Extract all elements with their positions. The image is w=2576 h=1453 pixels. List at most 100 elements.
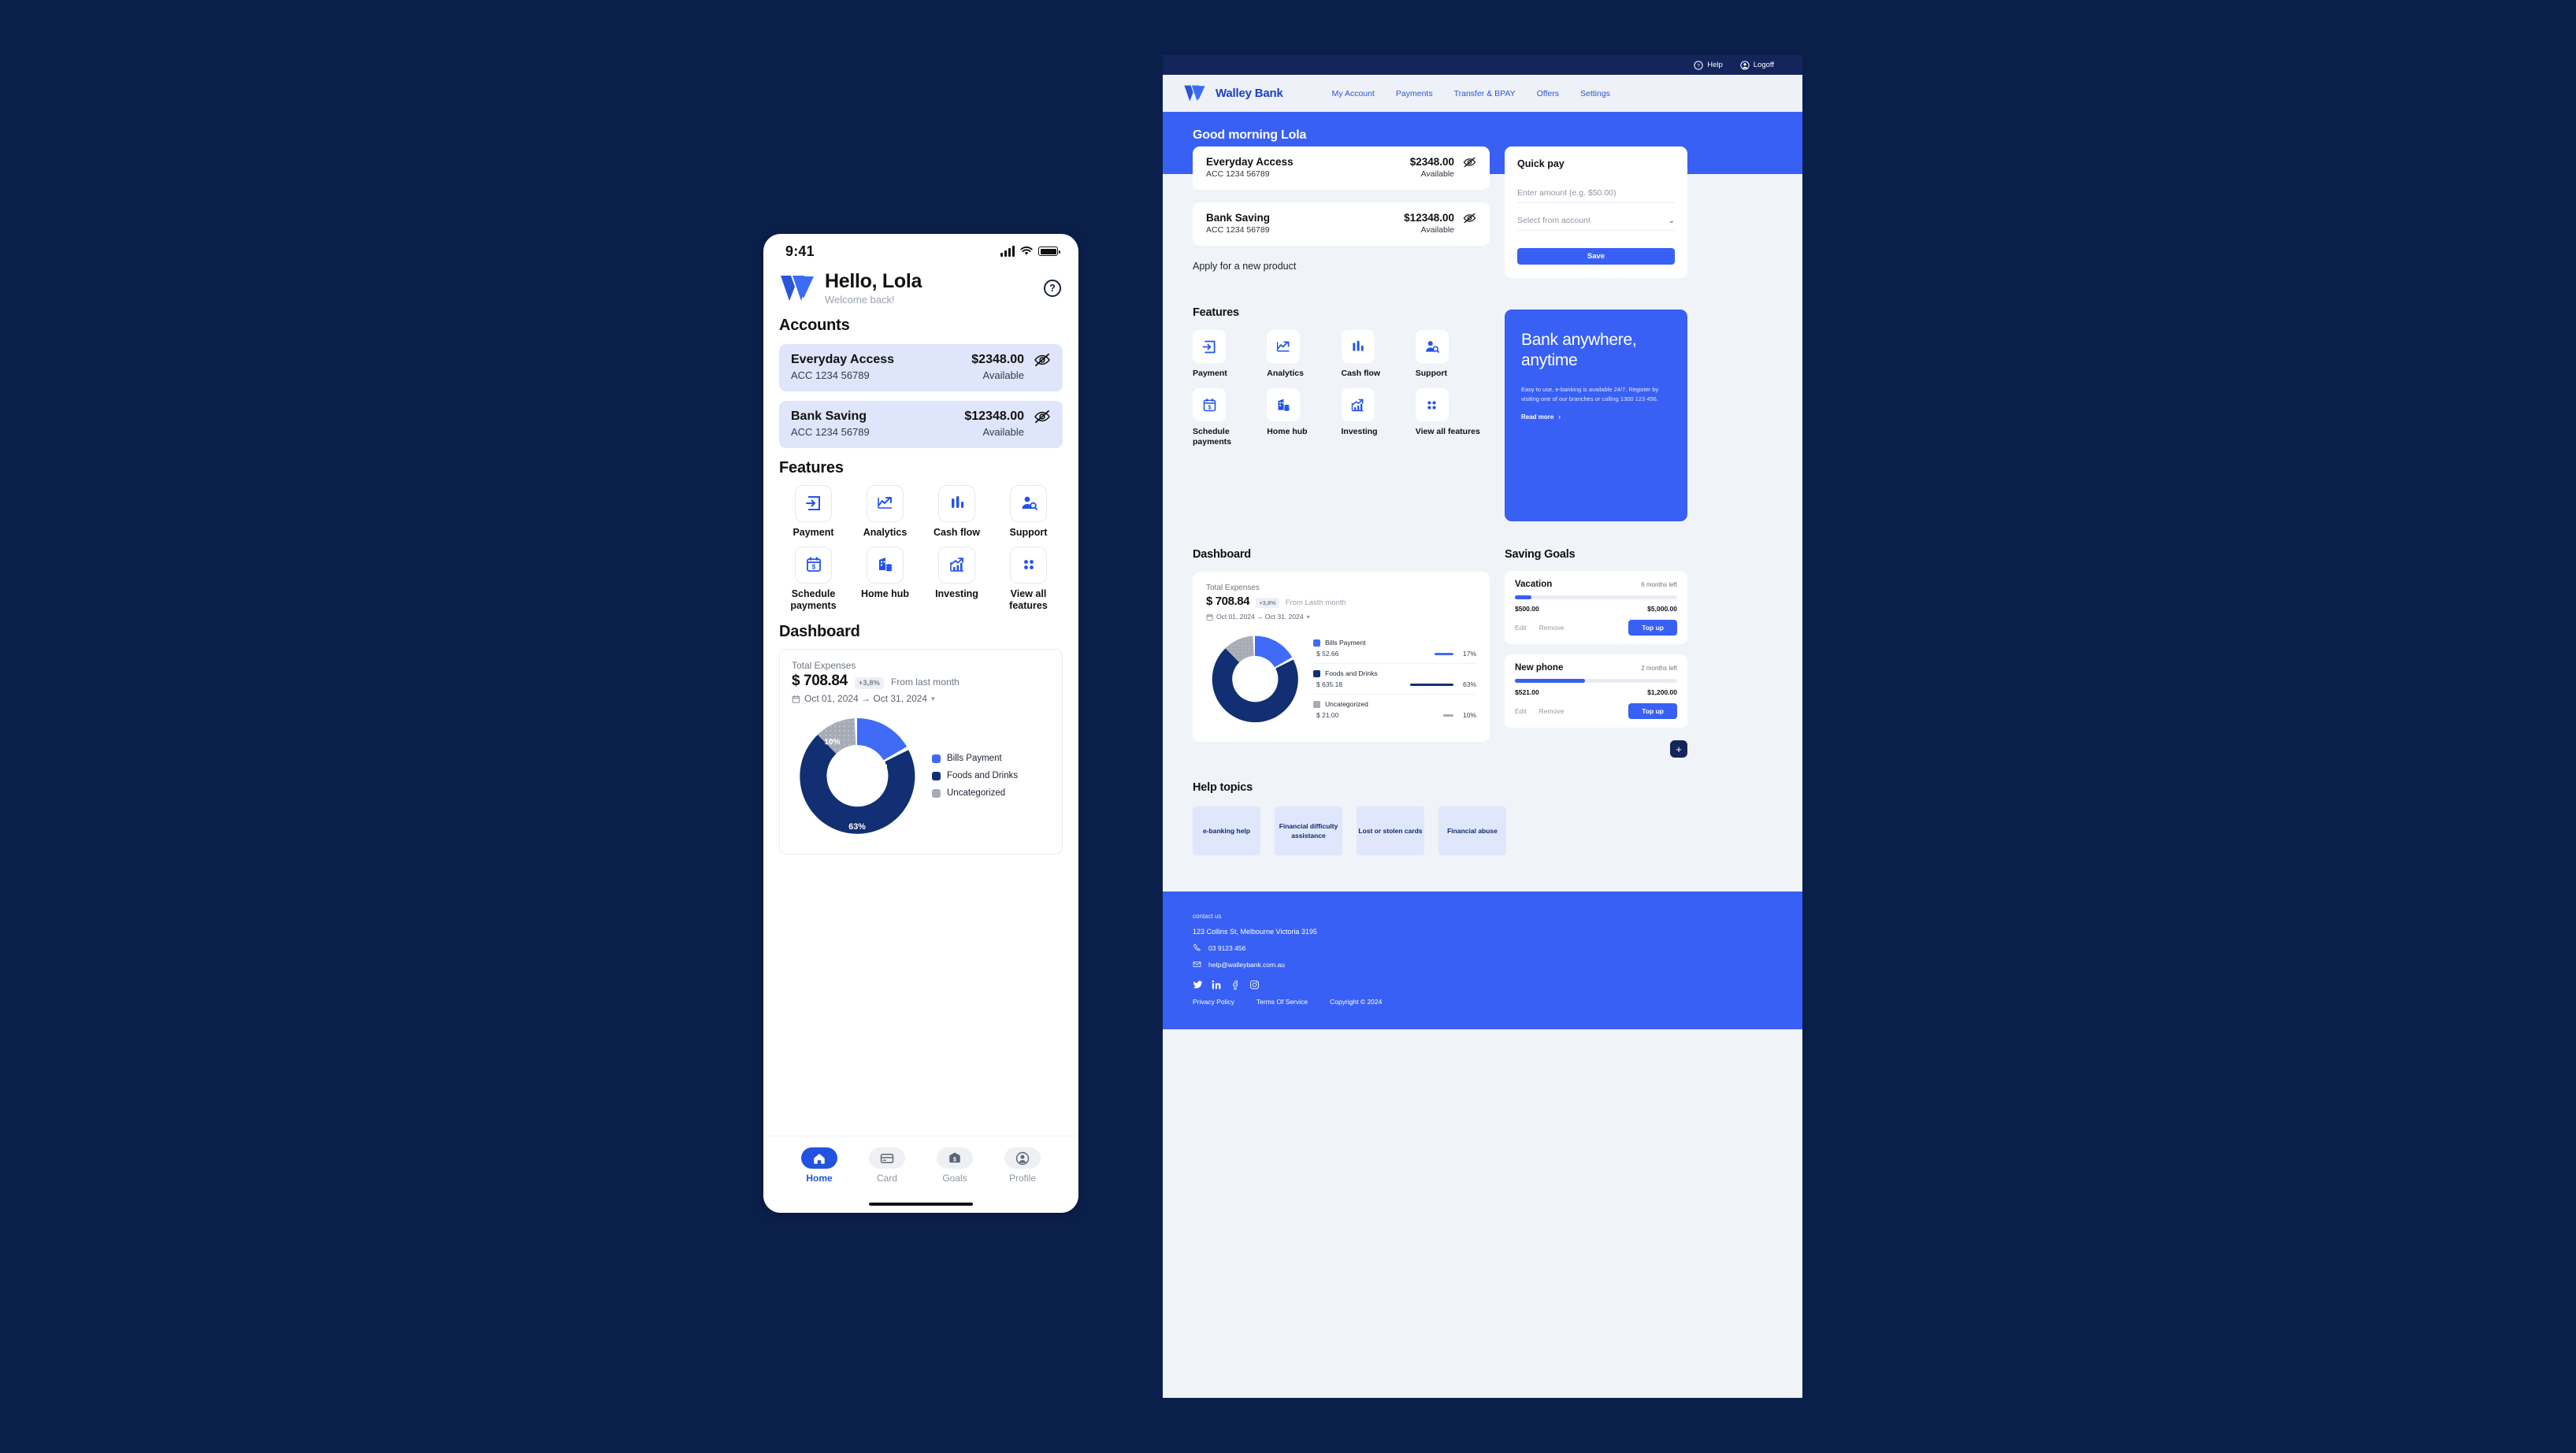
goal-edit-link[interactable]: Edit xyxy=(1515,624,1527,632)
facebook-icon[interactable] xyxy=(1230,980,1241,990)
feature-support[interactable]: Support xyxy=(1415,330,1490,379)
feature-label: Schedule payments xyxy=(1193,427,1232,447)
legend-swatch xyxy=(1313,639,1320,647)
person-icon xyxy=(1015,1151,1030,1165)
help-topic-financial-abuse[interactable]: Financial abuse xyxy=(1438,806,1506,855)
legend-value: $ 635.18 xyxy=(1316,680,1343,688)
instagram-icon[interactable] xyxy=(1249,980,1260,990)
help-label: Help xyxy=(1707,61,1723,69)
eye-off-icon[interactable] xyxy=(1463,213,1476,224)
feature-cash-flow[interactable]: Cash flow xyxy=(1341,330,1416,379)
feature-analytics[interactable]: Analytics xyxy=(1267,330,1341,379)
nav-settings[interactable]: Settings xyxy=(1580,89,1610,98)
eye-off-icon[interactable] xyxy=(1034,353,1051,367)
nav-payments[interactable]: Payments xyxy=(1396,89,1433,98)
goal-progress-track xyxy=(1515,679,1677,683)
change-note: From last month xyxy=(890,676,960,688)
tab-home[interactable]: Home xyxy=(785,1147,853,1184)
expenses-donut-chart: 17% 10% 63% xyxy=(800,718,915,835)
feature-view-all[interactable]: View all features xyxy=(993,546,1064,613)
help-topic-financial-difficulty[interactable]: Financial difficulty assistance xyxy=(1275,806,1342,855)
tab-label: Card xyxy=(876,1173,897,1184)
tab-goals[interactable]: $ Goals xyxy=(921,1147,989,1184)
mobile-features-grid: Payment Analytics Cash flow Support $ Sc… xyxy=(763,477,1078,613)
feature-analytics[interactable]: Analytics xyxy=(849,484,921,539)
expenses-donut-chart xyxy=(1212,636,1298,723)
add-goal-button[interactable]: + xyxy=(1670,740,1687,758)
web-account-card-bank-saving[interactable]: Bank Saving $12348.00 ACC 1234 56789 Ava… xyxy=(1193,202,1490,246)
footer-email[interactable]: help@walleybank.com.au xyxy=(1193,960,1772,969)
feature-home-hub[interactable]: Home hub xyxy=(1267,388,1341,447)
total-expenses-amount: $ 708.84 xyxy=(792,673,848,690)
logoff-link[interactable]: Logoff xyxy=(1740,60,1774,70)
account-card-everyday-access[interactable]: Everyday Access $2348.00 ACC 1234 56789 … xyxy=(779,343,1063,391)
feature-schedule-payments[interactable]: $ Schedule payments xyxy=(1193,388,1267,447)
legend-bar xyxy=(1443,714,1453,717)
account-name: Everyday Access xyxy=(791,352,895,366)
feature-schedule-payments[interactable]: $ Schedule payments xyxy=(778,546,849,613)
web-account-card-everyday-access[interactable]: Everyday Access $2348.00 ACC 1234 56789 … xyxy=(1193,146,1490,190)
privacy-policy-link[interactable]: Privacy Policy xyxy=(1193,998,1234,1006)
calendar-dollar-icon: $ xyxy=(1203,398,1216,411)
mail-icon xyxy=(1193,962,1201,967)
tab-label: Profile xyxy=(1008,1173,1036,1184)
account-name: Bank Saving xyxy=(1206,212,1271,224)
account-status: Available xyxy=(1420,169,1454,179)
eye-off-icon[interactable] xyxy=(1463,157,1476,168)
date-range-picker[interactable]: Oct 01, 2024 → Oct 31, 2024 ▾ xyxy=(792,693,1050,704)
eye-off-icon[interactable] xyxy=(1034,410,1051,424)
total-expenses-amount: $ 708.84 xyxy=(1206,595,1250,608)
help-circle-icon[interactable]: ? xyxy=(1044,279,1061,297)
quick-pay-amount-input[interactable]: Enter amount (e.g. $50.00) xyxy=(1517,188,1675,203)
utility-bar: ? Help Logoff xyxy=(1163,55,1802,75)
promo-read-more-link[interactable]: Read more › xyxy=(1521,413,1671,421)
help-topic-ebanking[interactable]: e-banking help xyxy=(1193,806,1260,855)
feature-cash-flow[interactable]: Cash flow xyxy=(921,484,993,539)
legend-value: $ 21.00 xyxy=(1316,711,1339,719)
help-link[interactable]: ? Help xyxy=(1694,60,1723,70)
legend-item: Bills Payment $ 52.66 17% xyxy=(1313,633,1476,664)
tab-card[interactable]: Card xyxy=(853,1147,921,1184)
goal-topup-button[interactable]: Top up xyxy=(1628,620,1677,636)
quick-pay-save-button[interactable]: Save xyxy=(1517,248,1675,265)
goal-remove-link[interactable]: Remove xyxy=(1539,624,1565,632)
goal-remove-link[interactable]: Remove xyxy=(1539,707,1565,715)
quick-pay-account-select[interactable]: Select from account ⌄ xyxy=(1517,216,1675,231)
feature-payment[interactable]: Payment xyxy=(778,484,849,539)
feature-investing[interactable]: Investing xyxy=(921,546,993,613)
feature-home-hub[interactable]: Home hub xyxy=(849,546,921,613)
brand[interactable]: Walley Bank xyxy=(1183,83,1283,103)
person-search-icon xyxy=(1426,340,1440,353)
footer-phone[interactable]: 03 9123 456 xyxy=(1193,943,1772,952)
tab-label: Goals xyxy=(942,1173,967,1184)
change-note: From Lasth month xyxy=(1285,599,1346,607)
goal-topup-button[interactable]: Top up xyxy=(1628,703,1677,719)
help-topic-lost-stolen-cards[interactable]: Lost or stolen cards xyxy=(1357,806,1424,855)
tab-profile[interactable]: Profile xyxy=(989,1147,1056,1184)
nav-transfer-bpay[interactable]: Transfer & BPAY xyxy=(1454,89,1516,98)
feature-investing[interactable]: Investing xyxy=(1341,388,1416,447)
calendar-icon xyxy=(1206,613,1213,621)
date-range-picker[interactable]: Oct 01, 2024 → Oct 31, 2024 ▾ xyxy=(1206,613,1476,621)
legend-label: Foods and Drinks xyxy=(1325,669,1378,677)
feature-support[interactable]: Support xyxy=(993,484,1064,539)
saving-goal-new-phone: New phone 2 months left $521.00 $1,200.0… xyxy=(1505,654,1687,728)
legend-swatch xyxy=(932,754,941,763)
linkedin-icon[interactable] xyxy=(1212,980,1222,990)
account-card-bank-saving[interactable]: Bank Saving $12348.00 ACC 1234 56789 Ava… xyxy=(779,400,1063,448)
feature-label: Investing xyxy=(1341,427,1378,437)
terms-of-service-link[interactable]: Terms Of Service xyxy=(1256,998,1308,1006)
goal-current-amount: $521.00 xyxy=(1515,688,1539,696)
goal-progress-fill xyxy=(1515,679,1585,683)
apply-new-product-link[interactable]: Apply for a new product xyxy=(1193,261,1490,272)
feature-view-all[interactable]: View all features xyxy=(1415,388,1490,447)
feature-payment[interactable]: Payment xyxy=(1193,330,1267,379)
twitter-icon[interactable] xyxy=(1193,980,1203,990)
web-expenses-chart: Bills Payment $ 52.66 17% Foods and Drin… xyxy=(1206,630,1476,728)
nav-my-account[interactable]: My Account xyxy=(1332,89,1375,98)
account-name: Bank Saving xyxy=(791,409,867,423)
account-amount: $2348.00 xyxy=(971,352,1024,366)
goal-edit-link[interactable]: Edit xyxy=(1515,707,1527,715)
nav-offers[interactable]: Offers xyxy=(1537,89,1559,98)
hero-greeting: Good morning Lola xyxy=(1193,128,1307,142)
